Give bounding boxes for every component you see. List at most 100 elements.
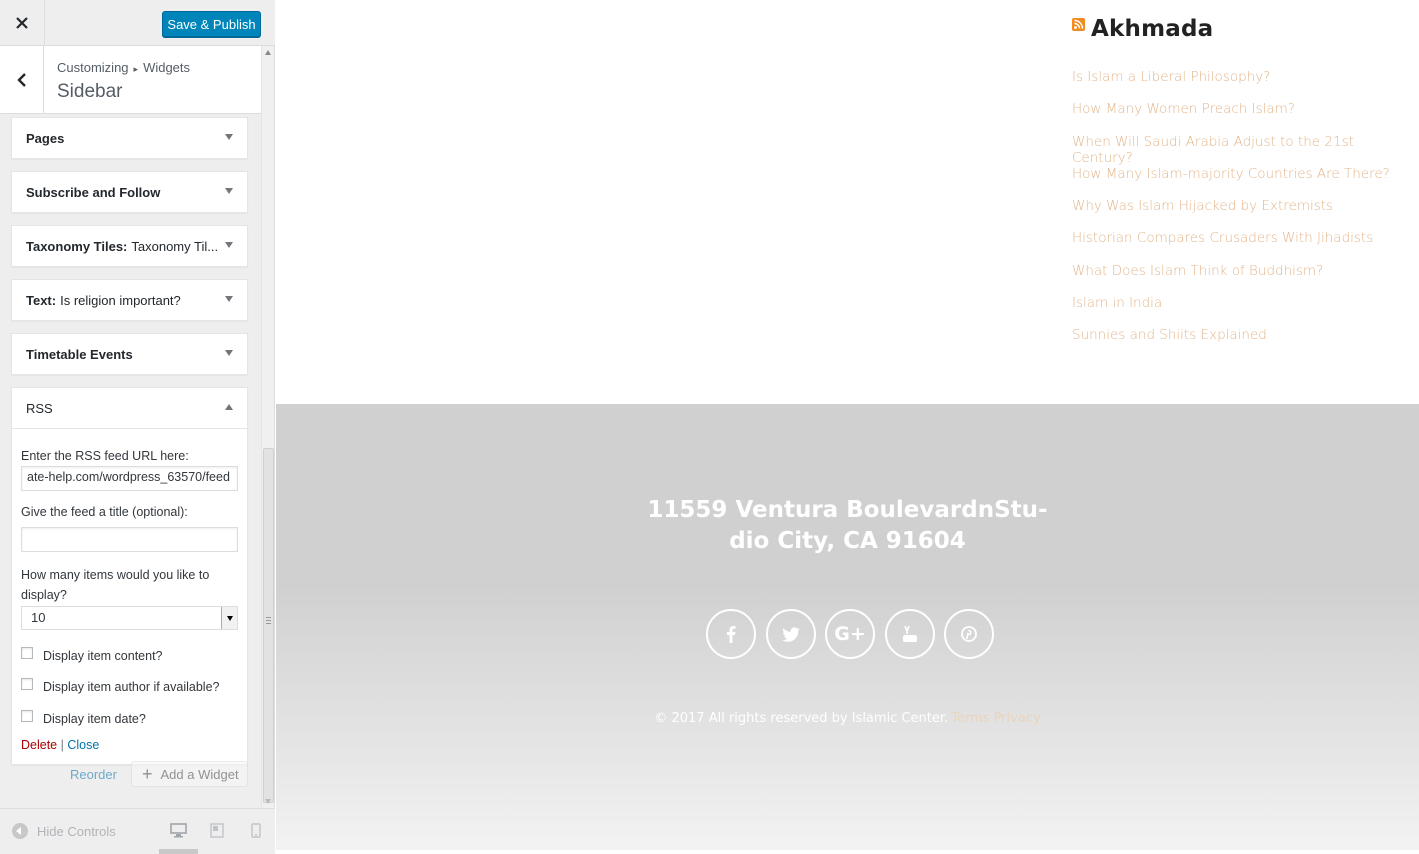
active-device-indicator bbox=[159, 849, 198, 854]
widget-title: Text: bbox=[26, 292, 57, 308]
rss-item-link[interactable]: How Many Islam-majority Countries Are Th… bbox=[1072, 166, 1419, 198]
facebook-icon[interactable] bbox=[706, 609, 756, 659]
customizer-header: Save & Publish bbox=[0, 0, 275, 46]
display-date-label: Display item date? bbox=[43, 712, 146, 726]
expand-arrow-icon[interactable] bbox=[225, 350, 233, 356]
display-date-checkbox[interactable] bbox=[21, 710, 33, 722]
reorder-button[interactable]: Reorder bbox=[70, 767, 117, 782]
rss-item-link[interactable]: Islam in India bbox=[1072, 295, 1419, 327]
customizer-scroll-area: Customizing ▸ Widgets Sidebar Pages Subscr… bbox=[0, 46, 261, 808]
back-button[interactable] bbox=[0, 46, 44, 113]
plus-icon: + bbox=[142, 764, 153, 784]
breadcrumb-parent: Customizing bbox=[57, 60, 129, 75]
collapse-icon bbox=[12, 823, 28, 839]
close-customizer-button[interactable] bbox=[0, 0, 45, 46]
rss-items-label: How many items would you like to display… bbox=[21, 568, 210, 602]
google-plus-icon[interactable]: G+ bbox=[825, 609, 875, 659]
widget-text[interactable]: Text: Is religion important? bbox=[11, 279, 248, 321]
desktop-preview-icon[interactable] bbox=[170, 823, 187, 838]
rss-item-link[interactable]: Historian Compares Crusaders With Jihadi… bbox=[1072, 230, 1419, 262]
widget-actions: Reorder + Add a Widget bbox=[0, 761, 261, 787]
display-content-label: Display item content? bbox=[43, 649, 163, 663]
site-footer: 11559 Ventura BoulevardnStu- dio City, C… bbox=[276, 404, 1419, 854]
widget-control-links: Delete | Close bbox=[21, 738, 238, 752]
widget-title: Pages bbox=[26, 130, 65, 146]
address-line: dio City, CA 91604 bbox=[729, 528, 966, 554]
save-publish-button[interactable]: Save & Publish bbox=[162, 11, 261, 37]
customizer-footer: Hide Controls bbox=[0, 808, 275, 854]
breadcrumb: Customizing ▸ Widgets bbox=[57, 60, 190, 75]
footer-address: 11559 Ventura BoulevardnStu- dio City, C… bbox=[276, 495, 1419, 557]
widget-title: RSS bbox=[26, 400, 53, 416]
widget-pages[interactable]: Pages bbox=[11, 117, 248, 159]
grip-icon bbox=[266, 617, 271, 624]
tablet-preview-icon[interactable] bbox=[210, 823, 224, 838]
display-date-option[interactable]: Display item date? bbox=[21, 709, 238, 729]
display-content-checkbox[interactable] bbox=[21, 647, 33, 659]
chevron-left-icon bbox=[16, 72, 26, 87]
rss-items-value: 10 bbox=[31, 610, 46, 625]
expand-arrow-icon[interactable] bbox=[225, 134, 233, 140]
widget-subscribe-follow[interactable]: Subscribe and Follow bbox=[11, 171, 248, 213]
rss-title-input[interactable] bbox=[21, 527, 238, 552]
copyright-line: © 2017 All rights reserved by Islamic Ce… bbox=[276, 711, 1419, 726]
widget-title: Taxonomy Tiles: bbox=[26, 238, 128, 254]
expand-arrow-icon[interactable] bbox=[225, 296, 233, 302]
rss-item-link[interactable]: Why Was Islam Hijacked by Extremists bbox=[1072, 198, 1419, 230]
scroll-down-icon[interactable] bbox=[265, 799, 271, 804]
scroll-up-icon[interactable] bbox=[265, 50, 271, 55]
scrollbar[interactable] bbox=[261, 46, 274, 808]
section-title: Sidebar bbox=[57, 81, 123, 102]
close-icon bbox=[16, 17, 28, 29]
close-link[interactable]: Close bbox=[67, 738, 99, 752]
delete-link[interactable]: Delete bbox=[21, 738, 57, 752]
twitter-icon[interactable] bbox=[765, 609, 816, 659]
rss-item-link[interactable]: Sunnies and Shiits Explained bbox=[1072, 327, 1419, 359]
rss-item-link[interactable]: How Many Women Preach Islam? bbox=[1072, 101, 1419, 133]
rss-title-label: Give the feed a title (optional): bbox=[21, 505, 188, 519]
hide-controls-button[interactable]: Hide Controls bbox=[12, 823, 116, 839]
section-header: Customizing ▸ Widgets Sidebar bbox=[0, 46, 261, 114]
youtube-icon[interactable] bbox=[884, 609, 935, 659]
rss-item-list: Is Islam a Liberal Philosophy? How Many … bbox=[1072, 69, 1419, 360]
widget-rss[interactable]: RSS Enter the RSS feed URL here: ate-hel… bbox=[11, 387, 248, 765]
add-widget-button[interactable]: + Add a Widget bbox=[131, 761, 248, 787]
scrollbar-thumb[interactable] bbox=[263, 448, 274, 803]
rss-item-link[interactable]: Is Islam a Liberal Philosophy? bbox=[1072, 69, 1419, 101]
display-author-checkbox[interactable] bbox=[21, 678, 33, 690]
footer-links[interactable]: Terms Privacy bbox=[951, 711, 1040, 726]
collapse-arrow-icon[interactable] bbox=[225, 404, 233, 410]
rss-widget-form: Enter the RSS feed URL here: ate-help.co… bbox=[12, 428, 247, 764]
rss-url-label: Enter the RSS feed URL here: bbox=[21, 449, 189, 463]
widget-subtitle: Is religion important? bbox=[60, 292, 181, 308]
widget-title: Subscribe and Follow bbox=[26, 184, 161, 200]
rss-item-link[interactable]: When Will Saudi Arabia Adjust to the 21s… bbox=[1072, 134, 1419, 166]
display-author-option[interactable]: Display item author if available? bbox=[21, 677, 238, 697]
link-separator: | bbox=[60, 738, 64, 752]
mobile-preview-icon[interactable] bbox=[251, 823, 261, 838]
expand-arrow-icon[interactable] bbox=[225, 188, 233, 194]
site-preview: Akhmada Is Islam a Liberal Philosophy? H… bbox=[276, 0, 1419, 854]
pinterest-icon[interactable] bbox=[944, 609, 994, 659]
add-widget-label: Add a Widget bbox=[160, 766, 239, 782]
social-links: G+ bbox=[706, 609, 1004, 659]
rss-items-select[interactable]: 10 bbox=[21, 606, 238, 630]
expand-arrow-icon[interactable] bbox=[225, 242, 233, 248]
address-line: 11559 Ventura BoulevardnStu- bbox=[647, 497, 1048, 523]
display-author-label: Display item author if available? bbox=[43, 680, 220, 694]
customizer-panel: Save & Publish Customizing ▸ Widgets Sideb… bbox=[0, 0, 275, 854]
display-content-option[interactable]: Display item content? bbox=[21, 646, 238, 666]
widget-list: Pages Subscribe and Follow Taxonomy Tile… bbox=[11, 117, 248, 777]
rss-feed-title[interactable]: Akhmada bbox=[1091, 16, 1213, 42]
widget-taxonomy-tiles[interactable]: Taxonomy Tiles: Taxonomy Til... bbox=[11, 225, 248, 267]
dropdown-arrow-icon[interactable] bbox=[221, 607, 237, 629]
copyright-text: © 2017 All rights reserved by Islamic Ce… bbox=[654, 711, 949, 726]
breadcrumb-separator: ▸ bbox=[133, 64, 139, 74]
rss-url-input[interactable]: ate-help.com/wordpress_63570/feed bbox=[21, 466, 238, 491]
rss-item-link[interactable]: What Does Islam Think of Buddhism? bbox=[1072, 263, 1419, 295]
preview-bottom-edge bbox=[276, 850, 1419, 854]
widget-timetable-events[interactable]: Timetable Events bbox=[11, 333, 248, 375]
rss-icon[interactable] bbox=[1072, 17, 1085, 31]
rss-widget-title: Akhmada bbox=[1072, 16, 1213, 42]
hide-controls-label: Hide Controls bbox=[37, 823, 116, 839]
